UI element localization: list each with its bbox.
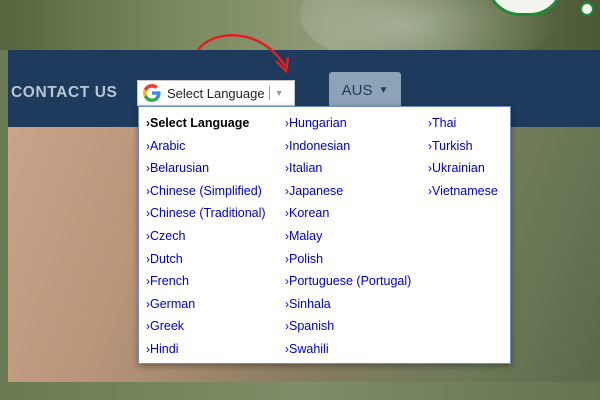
language-option-label: Portuguese (Portugal) [289,274,412,289]
language-option-label: Czech [150,228,186,243]
language-option[interactable]: ›Thai [428,112,498,135]
language-option[interactable]: ›Turkish [428,135,498,158]
language-option[interactable]: ›Polish [285,248,411,271]
language-option-label: Select Language [150,116,250,130]
language-option[interactable]: ›Spanish [285,315,411,338]
language-option-label: Italian [289,161,323,176]
background-photo-bottom [0,382,600,400]
language-option-label: Belarusian [150,161,210,176]
language-option[interactable]: ›Chinese (Simplified) [146,180,266,203]
language-option[interactable]: ›Select Language [146,112,266,135]
language-option[interactable]: ›Czech [146,225,266,248]
language-option[interactable]: ›Swahili [285,338,411,361]
language-option-label: Greek [150,319,185,334]
region-select-button[interactable]: AUS ▼ [329,72,401,108]
language-option[interactable]: ›Japanese [285,180,411,203]
language-option-label: Vietnamese [432,183,498,198]
background-photo-left [0,50,8,382]
caret-down-icon: ▼ [378,84,389,96]
language-option[interactable]: ›Korean [285,202,411,225]
language-option[interactable]: ›Italian [285,157,411,180]
language-option-label: Sinhala [289,296,331,311]
translate-select-label: Select Language [167,85,265,101]
language-option[interactable]: ›Portuguese (Portugal) [285,270,411,293]
language-option[interactable]: ›Vietnamese [428,180,498,203]
language-option[interactable]: ›Arabic [146,135,266,158]
language-option[interactable]: ›Indonesian [285,135,411,158]
language-option[interactable]: ›Chinese (Traditional) [146,202,266,225]
language-option[interactable]: ›Ukrainian [428,157,498,180]
language-option-label: Indonesian [289,138,351,153]
language-option-label: Hungarian [289,116,347,130]
language-option[interactable]: ›Belarusian [146,157,266,180]
curved-arrow-icon [196,34,290,74]
language-option-label: Arabic [150,138,186,153]
language-option[interactable]: ›Hungarian [285,112,411,135]
language-option[interactable]: ›Dutch [146,248,266,271]
language-option-label: Thai [432,116,457,130]
nav-contact-us-link[interactable]: CONTACT US [11,84,117,102]
language-option[interactable]: ›Greek [146,315,266,338]
language-option-label: Japanese [289,183,344,198]
language-column-1: ›Select Language ›Arabic ›Belarusian ›Chine… [146,112,266,361]
language-option-label: Chinese (Simplified) [150,183,262,198]
language-option[interactable]: ›Hindi [146,338,266,361]
language-option[interactable]: ›German [146,293,266,316]
language-option-label: Chinese (Traditional) [150,206,266,221]
language-option-label: French [150,274,189,289]
language-option-label: Swahili [289,341,329,356]
language-column-3: ›Thai ›Turkish ›Ukrainian ›Vietnamese [428,112,498,202]
language-dropdown-menu: ›Select Language ›Arabic ›Belarusian ›Chine… [138,106,511,364]
language-option-label: German [150,296,196,311]
language-option-label: Hindi [150,341,179,356]
language-option-label: Dutch [150,251,183,266]
google-g-icon [143,84,161,102]
language-option[interactable]: ›Malay [285,225,411,248]
language-option[interactable]: ›Sinhala [285,293,411,316]
language-option-label: Korean [289,206,330,221]
language-option-label: Ukrainian [432,161,485,176]
language-option[interactable]: ›French [146,270,266,293]
language-option-label: Polish [289,251,324,266]
region-label: AUS [341,81,373,99]
language-option-label: Malay [289,228,323,243]
translate-divider [268,86,270,100]
language-option-label: Turkish [432,138,473,153]
registered-mark-icon [580,2,594,16]
language-column-2: ›Hungarian ›Indonesian ›Italian ›Japanese ›K… [285,112,411,361]
language-option-label: Spanish [289,319,335,334]
google-translate-select[interactable]: Select Language ▼ [137,80,295,106]
dropdown-arrow-icon: ▼ [274,88,284,98]
